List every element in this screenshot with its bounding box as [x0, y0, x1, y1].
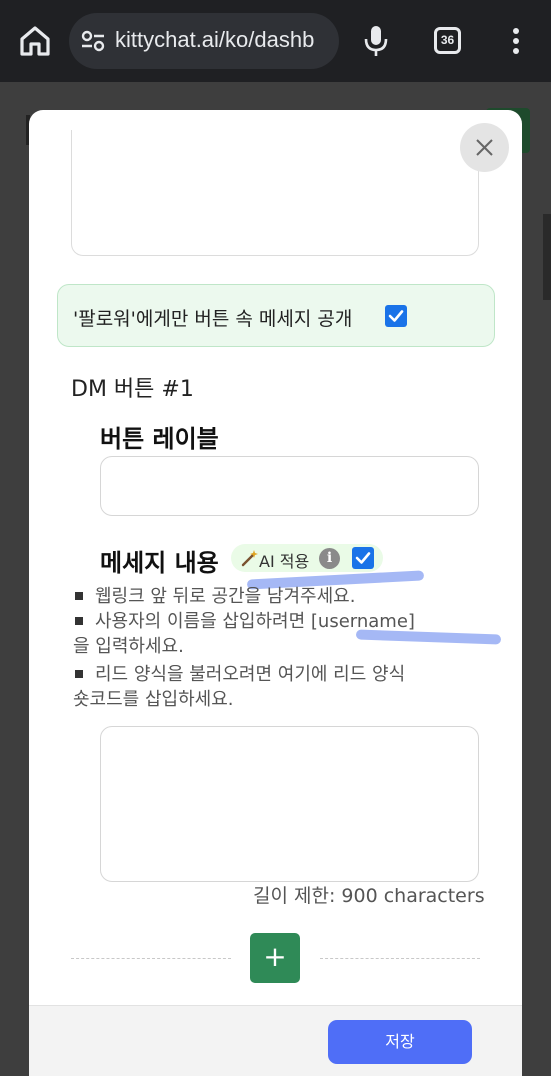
address-bar[interactable]: kittychat.ai/ko/dashb: [69, 13, 339, 69]
tab-switcher-icon[interactable]: 36: [434, 27, 461, 54]
ai-apply-checkbox[interactable]: [352, 547, 374, 569]
checkmark-icon: [388, 310, 404, 322]
save-button[interactable]: 저장: [328, 1020, 472, 1064]
follower-only-checkbox[interactable]: [385, 305, 407, 327]
follower-only-label: '팔로워'에게만 버튼 속 메세지 공개: [73, 308, 353, 330]
more-menu-icon[interactable]: [506, 26, 526, 56]
checkmark-icon: [355, 552, 371, 564]
divider-left: [71, 958, 231, 959]
dm-settings-modal: '팔로워'에게만 버튼 속 메세지 공개 DM 버튼 #1 버튼 레이블 메세지…: [29, 110, 522, 1076]
hint-lead-form: 리드 양식을 불러오려면 여기에 리드 양식: [75, 663, 405, 687]
ai-apply-badge: AI 적용 i: [231, 544, 383, 572]
message-content-heading: 메세지 내용: [100, 549, 219, 577]
browser-toolbar: kittychat.ai/ko/dashb 36: [0, 0, 551, 82]
modal-footer: 저장: [29, 1005, 522, 1076]
divider-right: [320, 958, 480, 959]
button-label-input[interactable]: [100, 456, 479, 516]
hint-username-cont: 을 입력하세요.: [73, 636, 184, 657]
close-button[interactable]: [460, 123, 509, 172]
char-limit-text: 길이 제한: 900 characters: [253, 885, 485, 907]
dm-button-title: DM 버튼 #1: [71, 377, 194, 402]
ai-apply-label: AI 적용: [259, 552, 310, 571]
message-textarea[interactable]: [100, 726, 479, 882]
close-icon: [476, 139, 493, 156]
home-icon[interactable]: [18, 24, 52, 58]
hint-lead-form-cont: 숏코드를 삽입하세요.: [73, 689, 234, 710]
info-icon[interactable]: i: [319, 548, 340, 569]
follower-only-option: '팔로워'에게만 버튼 속 메세지 공개: [57, 284, 495, 347]
background-scrollbar: [543, 214, 551, 300]
button-label-heading: 버튼 레이블: [100, 425, 219, 453]
previous-textarea[interactable]: [71, 130, 479, 256]
hint-weblink: 웹링크 앞 뒤로 공간을 남겨주세요.: [75, 585, 355, 609]
site-settings-icon[interactable]: [81, 30, 105, 52]
add-dm-button[interactable]: +: [250, 933, 300, 983]
url-text: kittychat.ai/ko/dashb: [115, 27, 315, 52]
magic-wand-icon: [241, 550, 258, 567]
mic-icon[interactable]: [362, 24, 390, 58]
hint-username: 사용자의 이름을 삽입하려면 [username]: [75, 610, 415, 634]
